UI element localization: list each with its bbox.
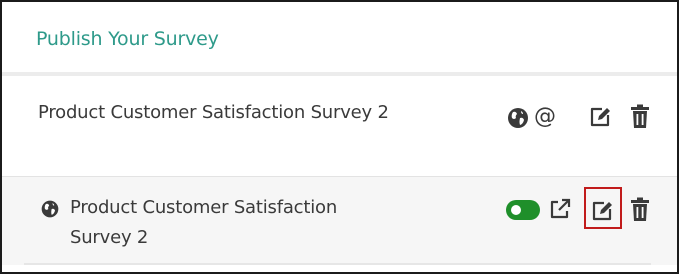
edit-icon[interactable] xyxy=(588,105,612,129)
at-sign-icon[interactable]: @ xyxy=(534,106,556,128)
published-survey-title: Product Customer Satisfaction Survey 2 xyxy=(70,197,338,248)
survey-row: Product Customer Satisfaction Survey 2 @ xyxy=(2,76,677,177)
trash-icon[interactable] xyxy=(630,104,650,129)
globe-icon[interactable] xyxy=(506,106,530,130)
trash-icon[interactable] xyxy=(630,197,650,222)
published-globe-icon xyxy=(40,199,60,223)
survey-title: Product Customer Satisfaction Survey 2 xyxy=(38,102,389,123)
panel-header: Publish Your Survey xyxy=(2,2,677,76)
edit-icon-highlight xyxy=(584,187,622,229)
published-survey-row: Product Customer Satisfaction Survey 2 xyxy=(2,177,677,265)
toggle-switch[interactable] xyxy=(506,200,540,220)
publish-survey-panel: Publish Your Survey Product Customer Sat… xyxy=(0,0,679,274)
panel-title: Publish Your Survey xyxy=(36,28,219,50)
external-link-icon[interactable] xyxy=(548,197,572,221)
row-divider xyxy=(24,263,651,265)
